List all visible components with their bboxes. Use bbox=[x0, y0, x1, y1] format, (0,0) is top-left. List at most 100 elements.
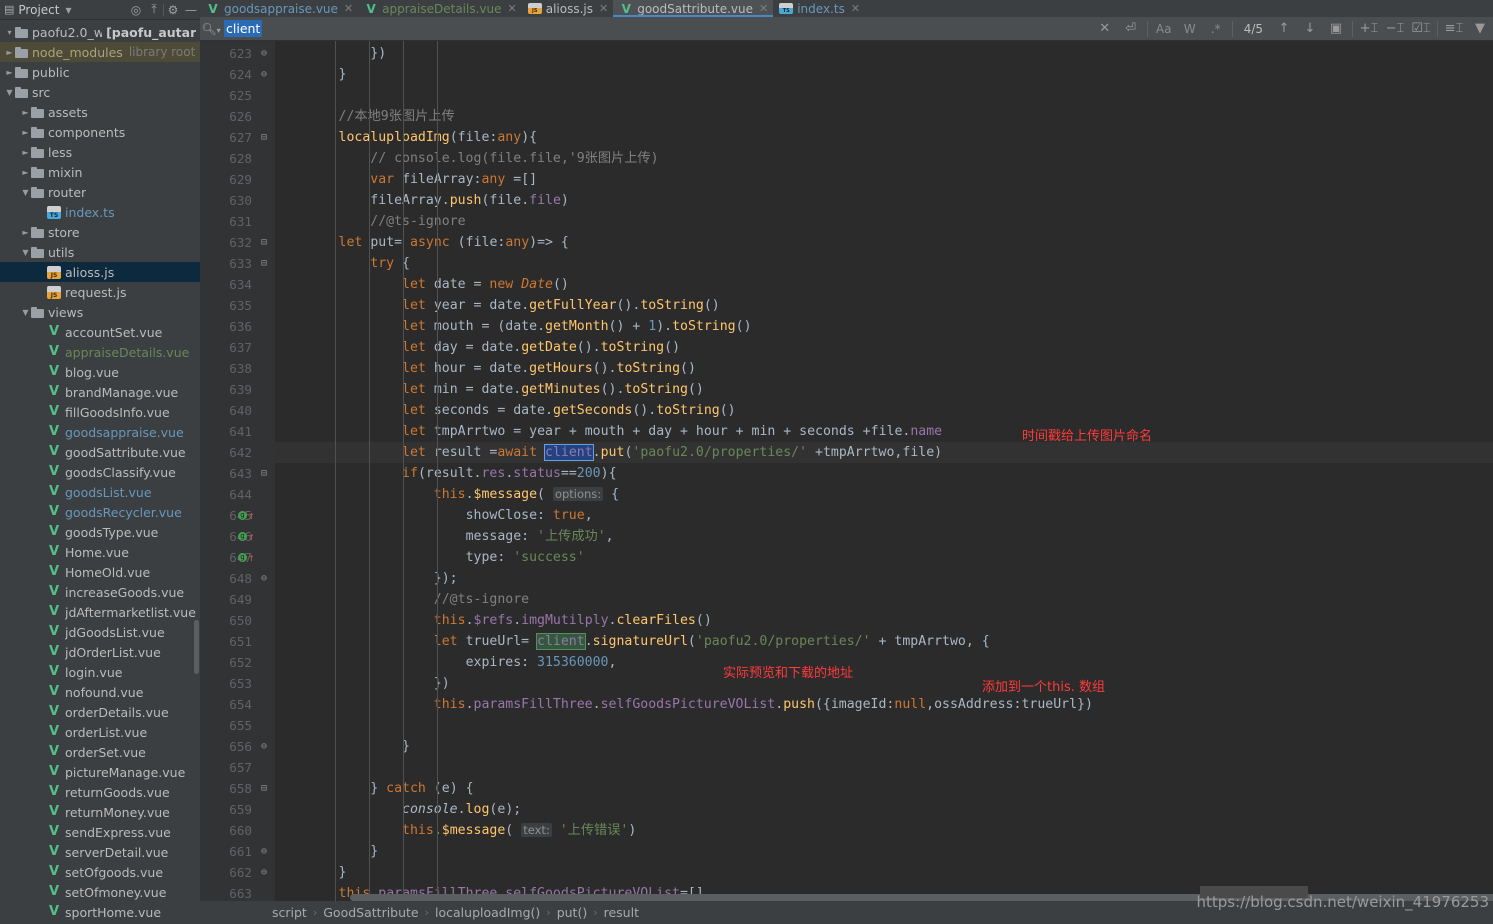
tree-item-goodsclassify-vue[interactable]: ·VgoodsClassify.vue bbox=[0, 462, 200, 482]
tree-item-goodsrecycler-vue[interactable]: ·VgoodsRecycler.vue bbox=[0, 502, 200, 522]
code-line[interactable]: }) bbox=[275, 43, 1493, 64]
breadcrumb-item[interactable]: localuploadImg() bbox=[435, 905, 540, 920]
tree-item-orderset-vue[interactable]: ·VorderSet.vue bbox=[0, 742, 200, 762]
tree-item-picturemanage-vue[interactable]: ·VpictureManage.vue bbox=[0, 762, 200, 782]
previous-match-button[interactable]: ↑ bbox=[1271, 21, 1297, 36]
code-line[interactable]: //@ts-ignore bbox=[275, 589, 1493, 610]
tree-item-public[interactable]: ► public bbox=[0, 62, 200, 82]
tree-item-goodstype-vue[interactable]: ·VgoodsType.vue bbox=[0, 522, 200, 542]
tree-item-jdaftermarketlist-vue[interactable]: ·VjdAftermarketlist.vue bbox=[0, 602, 200, 622]
vcs-change-marker[interactable]: g ↑ bbox=[238, 505, 268, 526]
tree-item-accountset-vue[interactable]: ·VaccountSet.vue bbox=[0, 322, 200, 342]
chevron-right-icon[interactable]: ► bbox=[4, 48, 15, 57]
chevron-right-icon[interactable]: ► bbox=[4, 68, 15, 77]
tree-item-goodsattribute-vue[interactable]: ·VgoodSattribute.vue bbox=[0, 442, 200, 462]
breadcrumb-item[interactable]: result bbox=[604, 905, 639, 920]
tree-item-router[interactable]: ▼ router bbox=[0, 182, 200, 202]
fold-open-icon[interactable]: ⊟ bbox=[258, 778, 270, 799]
code-line[interactable]: this.$message( text: '上传错误') bbox=[275, 820, 1493, 841]
breadcrumb-item[interactable]: script bbox=[272, 905, 307, 920]
tree-item-goodsappraise-vue[interactable]: ·Vgoodsappraise.vue bbox=[0, 422, 200, 442]
code-line[interactable]: } catch (e) { bbox=[275, 778, 1493, 799]
editor-tab-index-ts[interactable]: index.ts ✕ bbox=[773, 0, 865, 17]
tree-item-store[interactable]: ► store bbox=[0, 222, 200, 242]
code-line[interactable]: this.paramsFillThree.selfGoodsPictureVOL… bbox=[275, 694, 1493, 715]
code-line[interactable]: this.$message( options: { bbox=[275, 484, 1493, 505]
code-line[interactable]: let mouth = (date.getMonth() + 1).toStri… bbox=[275, 316, 1493, 337]
tree-item-blog-vue[interactable]: ·Vblog.vue bbox=[0, 362, 200, 382]
sidebar-scrollbar[interactable] bbox=[194, 620, 199, 674]
clear-search-button[interactable]: ✕ bbox=[1092, 21, 1118, 36]
project-tree[interactable]: ▾ paofu2.0_web [paofu_autarky] ► node_mod… bbox=[0, 20, 200, 924]
code-line[interactable]: console.log(e); bbox=[275, 799, 1493, 820]
tree-item-setofmoney-vue[interactable]: ·VsetOfmoney.vue bbox=[0, 882, 200, 902]
find-toolbar[interactable]: 🔍︎▾ client ✕ ⏎ Aa W .* 4/5 ↑ ↓ ▣ +⌶ −⌶ ☑… bbox=[200, 17, 1493, 41]
fold-end-icon[interactable]: ⊖ bbox=[258, 736, 270, 757]
search-history-button[interactable]: ⏎ bbox=[1118, 21, 1144, 36]
code-line[interactable]: var fileArray:any =[] bbox=[275, 169, 1493, 190]
fold-end-icon[interactable]: ⊖ bbox=[258, 568, 270, 589]
add-line-icon[interactable]: +⌶ bbox=[1356, 21, 1382, 36]
code-line[interactable] bbox=[275, 757, 1493, 778]
minimize-icon[interactable]: — bbox=[182, 3, 200, 17]
chevron-right-icon[interactable]: ► bbox=[20, 228, 31, 237]
code-line[interactable]: try { bbox=[275, 253, 1493, 274]
chevron-right-icon[interactable]: ► bbox=[20, 168, 31, 177]
code-line[interactable]: //@ts-ignore bbox=[275, 211, 1493, 232]
tree-item-returngoods-vue[interactable]: ·VreturnGoods.vue bbox=[0, 782, 200, 802]
vcs-change-marker[interactable]: g ↑ bbox=[238, 526, 268, 547]
match-case-button[interactable]: Aa bbox=[1151, 22, 1177, 36]
code-line[interactable]: } bbox=[275, 841, 1493, 862]
chevron-right-icon[interactable]: ► bbox=[20, 128, 31, 137]
code-line[interactable]: type: 'success' bbox=[275, 547, 1493, 568]
tree-item-assets[interactable]: ► assets bbox=[0, 102, 200, 122]
code-line[interactable]: let put= async (file:any)=> { bbox=[275, 232, 1493, 253]
project-panel-title[interactable]: Project bbox=[18, 3, 59, 17]
close-icon[interactable]: ✕ bbox=[759, 2, 768, 15]
filter-icon[interactable]: ▼ bbox=[1467, 21, 1493, 36]
collapse-all-icon[interactable]: ⤒ bbox=[145, 2, 163, 17]
code-editor[interactable]: }) } //本地9张图片上传 localuploadImg(file:any)… bbox=[200, 41, 1493, 901]
chevron-down-icon[interactable]: ▼ bbox=[4, 88, 15, 97]
chevron-down-icon[interactable]: ▼ bbox=[20, 248, 31, 257]
tree-item-alioss-js[interactable]: · alioss.js bbox=[0, 262, 200, 282]
code-line[interactable]: } bbox=[275, 64, 1493, 85]
editor-tab-bar[interactable]: Vgoodsappraise.vue ✕ VappraiseDetails.vue ✕… bbox=[200, 0, 1493, 17]
tree-item-brandmanage-vue[interactable]: ·VbrandManage.vue bbox=[0, 382, 200, 402]
close-icon[interactable]: ✕ bbox=[344, 2, 353, 15]
tree-item-serverdetail-vue[interactable]: ·VserverDetail.vue bbox=[0, 842, 200, 862]
fold-open-icon[interactable]: ⊟ bbox=[258, 127, 270, 148]
code-line[interactable]: // console.log(file.file,'9张图片上传) bbox=[275, 148, 1493, 169]
code-line[interactable]: let date = new Date() bbox=[275, 274, 1493, 295]
breadcrumb-item[interactable]: GoodSattribute bbox=[323, 905, 418, 920]
regex-button[interactable]: .* bbox=[1203, 22, 1229, 36]
close-icon[interactable]: ✕ bbox=[599, 2, 608, 15]
code-line[interactable]: }) bbox=[275, 673, 1493, 694]
code-line[interactable]: showClose: true, bbox=[275, 505, 1493, 526]
chevron-right-icon[interactable]: ► bbox=[20, 148, 31, 157]
code-line[interactable]: }); bbox=[275, 568, 1493, 589]
tree-item-src[interactable]: ▼ src bbox=[0, 82, 200, 102]
code-line[interactable]: fileArray.push(file.file) bbox=[275, 190, 1493, 211]
tree-item-views[interactable]: ▼ views bbox=[0, 302, 200, 322]
select-all-occurrences-button[interactable]: ▣ bbox=[1323, 21, 1349, 36]
remove-line-icon[interactable]: −⌶ bbox=[1382, 21, 1408, 36]
tree-item-increasegoods-vue[interactable]: ·VincreaseGoods.vue bbox=[0, 582, 200, 602]
fold-end-icon[interactable]: ⊖ bbox=[258, 43, 270, 64]
tree-item-home-vue[interactable]: ·V Home.vue bbox=[0, 542, 200, 562]
code-line[interactable]: let hour = date.getHours().toString() bbox=[275, 358, 1493, 379]
tree-item-fillgoodsinfo-vue[interactable]: ·VfillGoodsInfo.vue bbox=[0, 402, 200, 422]
breadcrumb-item[interactable]: put() bbox=[557, 905, 588, 920]
tree-item-orderdetails-vue[interactable]: ·VorderDetails.vue bbox=[0, 702, 200, 722]
tree-item-returnmoney-vue[interactable]: ·VreturnMoney.vue bbox=[0, 802, 200, 822]
fold-end-icon[interactable]: ⊖ bbox=[258, 64, 270, 85]
tree-item-orderlist-vue[interactable]: ·VorderList.vue bbox=[0, 722, 200, 742]
target-icon[interactable]: ◎ bbox=[127, 3, 145, 17]
code-line[interactable]: localuploadImg(file:any){ bbox=[275, 127, 1493, 148]
fold-open-icon[interactable]: ⊟ bbox=[258, 232, 270, 253]
code-line[interactable]: this.$refs.imgMutilply.clearFiles() bbox=[275, 610, 1493, 631]
chevron-down-icon[interactable]: ▾ bbox=[4, 28, 15, 37]
whole-words-button[interactable]: W bbox=[1177, 22, 1203, 36]
code-line[interactable]: let day = date.getDate().toString() bbox=[275, 337, 1493, 358]
check-line-icon[interactable]: ☑⌶ bbox=[1408, 21, 1434, 36]
